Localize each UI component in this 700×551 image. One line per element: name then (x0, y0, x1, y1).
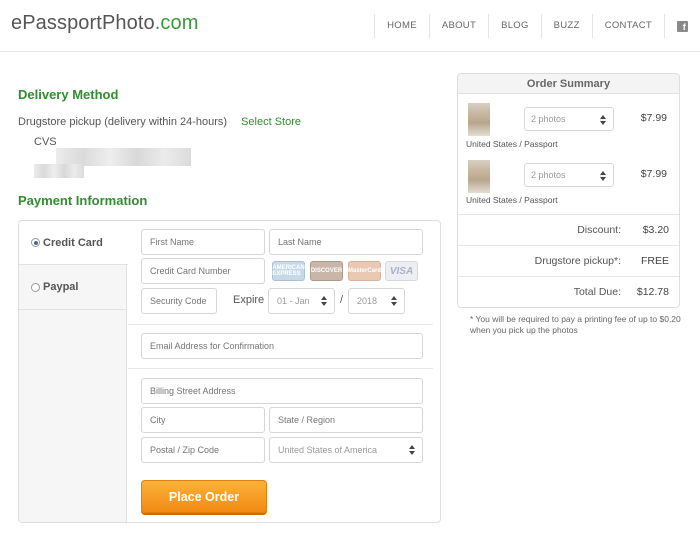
expire-year-select[interactable]: 2018 (348, 288, 405, 314)
zip-field[interactable] (141, 437, 265, 463)
site-logo[interactable]: ePassportPhoto.com (11, 12, 198, 35)
item-price: $7.99 (640, 168, 667, 180)
expire-year-value: 2018 (357, 296, 378, 306)
select-arrows-icon (321, 296, 327, 306)
expire-month-value: 01 - Jan (277, 296, 310, 306)
pickup-fee-value: FREE (640, 255, 669, 267)
credit-card-label: Credit Card (43, 236, 103, 249)
total-value: $12.78 (636, 286, 669, 298)
delivery-title: Delivery Method (18, 87, 119, 102)
select-arrows-icon (600, 171, 606, 181)
expire-label: Expire (233, 294, 265, 306)
quantity-select[interactable]: 2 photos (524, 107, 614, 131)
visa-card-icon: VISA (385, 261, 418, 281)
discount-label: Discount: (577, 224, 621, 236)
total-label: Total Due: (573, 286, 621, 298)
nav-facebook[interactable]: f (664, 14, 700, 38)
nav-blog[interactable]: BLOG (488, 14, 541, 38)
redacted-store-address-line2 (34, 164, 84, 178)
discover-card-icon: DISCOVER (310, 261, 343, 281)
paypal-label: Paypal (43, 281, 79, 293)
email-field[interactable] (141, 333, 423, 359)
expire-separator: / (340, 294, 344, 306)
store-name: CVS (34, 136, 57, 148)
order-summary: Order Summary 2 photos $7.99 United Stat… (457, 73, 680, 308)
photo-thumbnail (468, 160, 490, 193)
country-select[interactable]: United States of America (269, 437, 423, 463)
divider (128, 368, 433, 369)
total-row: Total Due: $12.78 (458, 276, 679, 307)
logo-suffix: .com (154, 12, 199, 34)
last-name-field[interactable] (269, 229, 423, 255)
select-arrows-icon (409, 445, 415, 455)
select-arrows-icon (600, 115, 606, 125)
facebook-icon: f (677, 20, 688, 32)
place-order-button[interactable]: Place Order (141, 480, 267, 513)
site-header: ePassportPhoto.com HOME ABOUT BLOG BUZZ … (0, 0, 700, 52)
paypal-radio[interactable] (31, 282, 40, 292)
pickup-fee-row: Drugstore pickup*: FREE (458, 245, 679, 276)
item-label: United States / Passport (466, 139, 558, 149)
order-summary-title: Order Summary (458, 74, 679, 94)
photo-thumbnail (468, 103, 490, 136)
quantity-value: 2 photos (531, 114, 566, 124)
expire-month-select[interactable]: 01 - Jan (268, 288, 335, 314)
nav-about[interactable]: ABOUT (428, 14, 488, 38)
mastercard-icon: MasterCard (348, 261, 381, 281)
credit-card-radio[interactable] (31, 238, 40, 247)
nav-contact[interactable]: CONTACT (591, 14, 664, 38)
tab-credit-card[interactable]: Credit Card (19, 221, 128, 265)
logo-text: ePassportPhoto (11, 12, 155, 34)
item-price: $7.99 (640, 112, 667, 124)
first-name-field[interactable] (141, 229, 265, 255)
country-value: United States of America (278, 445, 378, 455)
discount-value: $3.20 (642, 224, 669, 236)
select-store-link[interactable]: Select Store (241, 116, 301, 128)
main-nav: HOME ABOUT BLOG BUZZ CONTACT f (374, 14, 700, 38)
pickup-fee-label: Drugstore pickup*: (534, 255, 621, 267)
billing-street-field[interactable] (141, 378, 423, 404)
divider (128, 324, 433, 325)
item-label: United States / Passport (466, 195, 558, 205)
select-arrows-icon (391, 296, 397, 306)
delivery-option: Drugstore pickup (delivery within 24-hou… (18, 116, 301, 128)
security-code-field[interactable] (141, 288, 217, 314)
city-field[interactable] (141, 407, 265, 433)
state-field[interactable] (269, 407, 423, 433)
delivery-option-label: Drugstore pickup (delivery within 24-hou… (18, 116, 228, 128)
payment-title: Payment Information (18, 193, 148, 208)
quantity-value: 2 photos (531, 170, 566, 180)
nav-buzz[interactable]: BUZZ (540, 14, 592, 38)
quantity-select[interactable]: 2 photos (524, 163, 614, 187)
card-number-field[interactable] (141, 258, 265, 284)
nav-home[interactable]: HOME (374, 14, 429, 38)
tab-paypal[interactable]: Paypal (19, 265, 127, 310)
discount-row: Discount: $3.20 (458, 214, 679, 245)
printing-fee-note: * You will be required to pay a printing… (470, 314, 681, 335)
amex-card-icon: AMERICAN EXPRESS (272, 261, 305, 281)
